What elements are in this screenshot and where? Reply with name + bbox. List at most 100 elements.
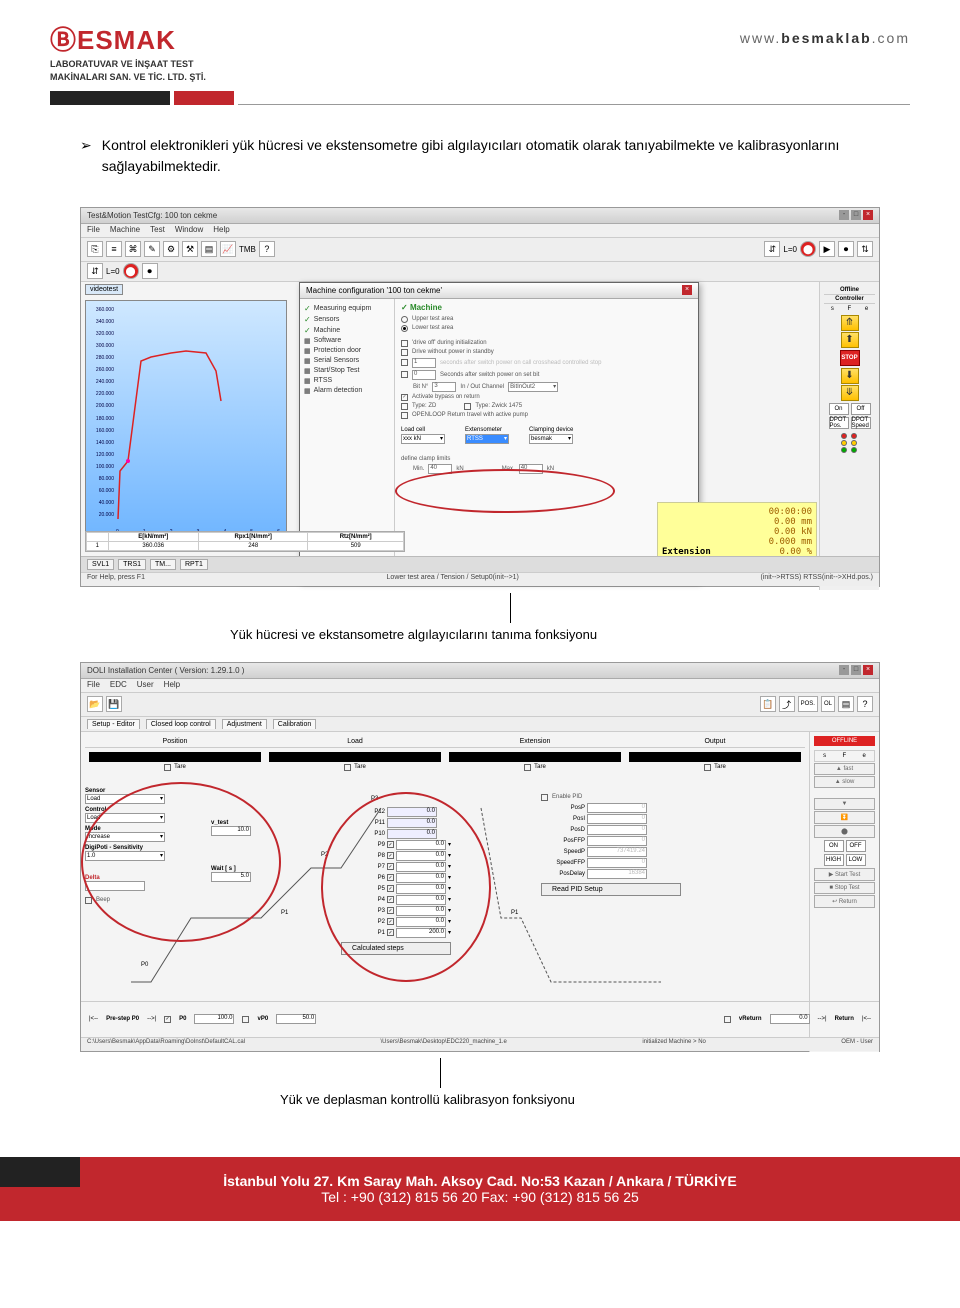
help-icon[interactable]: ? — [259, 241, 275, 257]
pid-input[interactable]: 0 — [587, 803, 647, 813]
checkbox-activate[interactable]: ✓ — [401, 394, 408, 401]
p-input[interactable]: 200.0 — [396, 928, 446, 938]
menu-window[interactable]: Window — [175, 225, 203, 236]
p-input[interactable]: 0.0 — [396, 917, 446, 927]
stop-icon[interactable]: ⬤ — [800, 241, 816, 257]
off-button[interactable]: OFF — [846, 840, 866, 852]
pid-input[interactable]: 0 — [587, 858, 647, 868]
tab-calibration[interactable]: Calibration — [273, 719, 316, 729]
p-input[interactable]: 0.0 — [396, 906, 446, 916]
tool-icon[interactable]: ⏺ — [838, 241, 854, 257]
stop-icon[interactable]: ⬤ — [123, 263, 139, 279]
checkbox[interactable] — [401, 403, 408, 410]
maximize-button[interactable]: □ — [851, 665, 861, 675]
p-input[interactable]: 0.0 — [396, 840, 446, 850]
tab-adjustment[interactable]: Adjustment — [222, 719, 267, 729]
dpot-pos[interactable]: DPOT Pos. — [829, 417, 849, 429]
vp0-input[interactable]: 50.0 — [276, 1014, 316, 1024]
tree-item[interactable]: ✓Sensors — [304, 314, 390, 325]
p-input[interactable]: 0.0 — [387, 807, 437, 817]
tree-item[interactable]: ✓Machine — [304, 325, 390, 336]
open-icon[interactable]: 📂 — [87, 696, 103, 712]
tab[interactable]: SVL1 — [87, 559, 114, 570]
seconds-input[interactable]: 1 — [412, 358, 436, 368]
radio-lower[interactable] — [401, 325, 408, 332]
p-chk[interactable]: ✓ — [387, 841, 394, 848]
checkbox[interactable] — [401, 340, 408, 347]
dpot-speed[interactable]: DPOT Speed — [851, 417, 871, 429]
low-button[interactable]: LOW — [846, 854, 866, 866]
ol-label[interactable]: OL — [821, 696, 835, 712]
tool-icon[interactable]: ⤴ — [779, 696, 795, 712]
p-chk[interactable]: ✓ — [387, 885, 394, 892]
tree-item[interactable]: ▦Alarm detection — [304, 386, 390, 396]
down-fast-button[interactable]: ⏬ — [814, 811, 875, 824]
read-pid-button[interactable]: Read PID Setup — [541, 883, 681, 896]
pid-input[interactable]: 16384 — [587, 869, 647, 879]
p-input[interactable]: 0.0 — [387, 829, 437, 839]
up-fast-button[interactable]: ⤊ — [841, 315, 859, 331]
close-button[interactable]: × — [863, 210, 873, 220]
tree-item[interactable]: ▦RTSS — [304, 376, 390, 386]
tool-icon[interactable]: 📈 — [220, 241, 236, 257]
maximize-button[interactable]: □ — [851, 210, 861, 220]
save-icon[interactable]: 💾 — [106, 696, 122, 712]
clamping-select[interactable]: besmak▾ — [529, 434, 573, 444]
tab-setup[interactable]: Setup - Editor — [87, 719, 140, 729]
down-button[interactable]: ▼ — [814, 798, 875, 810]
p-input[interactable]: 0.0 — [396, 884, 446, 894]
tree-item[interactable]: ✓Measuring equipm — [304, 303, 390, 314]
tool-icon[interactable]: ⎘ — [87, 241, 103, 257]
tab-closedloop[interactable]: Closed loop control — [146, 719, 216, 729]
tree-item[interactable]: ▦Software — [304, 336, 390, 346]
minimize-button[interactable]: - — [839, 210, 849, 220]
stop-button[interactable]: ⬤ — [814, 825, 875, 838]
close-button[interactable]: × — [863, 665, 873, 675]
menu-file[interactable]: File — [87, 680, 100, 691]
tool-icon[interactable]: ▤ — [201, 241, 217, 257]
on-button[interactable]: On — [829, 403, 849, 415]
calc-steps-button[interactable]: Calculated steps — [341, 942, 451, 955]
checkbox[interactable] — [401, 371, 408, 378]
menu-edc[interactable]: EDC — [110, 680, 127, 691]
extensometer-select[interactable]: RTSS▾ — [465, 434, 509, 444]
tool-icon[interactable]: ⚙ — [163, 241, 179, 257]
pid-input[interactable]: 0 — [587, 836, 647, 846]
pid-input[interactable]: 0 — [587, 814, 647, 824]
tare-checkbox[interactable] — [164, 764, 171, 771]
down-fast-button[interactable]: ⤋ — [841, 385, 859, 401]
p-input[interactable]: 0.0 — [396, 873, 446, 883]
up-button[interactable]: ⬆ — [841, 332, 859, 348]
menu-machine[interactable]: Machine — [110, 225, 140, 236]
tool-icon[interactable]: ⌘ — [125, 241, 141, 257]
p-input[interactable]: 0.0 — [396, 851, 446, 861]
menu-file[interactable]: File — [87, 225, 100, 236]
tool-icon[interactable]: ▤ — [838, 696, 854, 712]
tool-icon[interactable]: 📋 — [760, 696, 776, 712]
loadcell-select[interactable]: xxx kN▾ — [401, 434, 445, 444]
checkbox[interactable] — [401, 349, 408, 356]
high-button[interactable]: HIGH — [824, 854, 844, 866]
beep-checkbox[interactable] — [85, 897, 92, 904]
tare-checkbox[interactable] — [344, 764, 351, 771]
tool-icon[interactable]: ⇵ — [764, 241, 780, 257]
p-input[interactable]: 0.0 — [387, 818, 437, 828]
stop-button[interactable]: STOP — [840, 350, 860, 366]
tare-checkbox[interactable] — [524, 764, 531, 771]
max-input[interactable]: 40 — [519, 464, 543, 474]
stop-test-button[interactable]: ■ Stop Test — [814, 882, 875, 894]
tare-checkbox[interactable] — [704, 764, 711, 771]
off-button[interactable]: Off — [851, 403, 871, 415]
checkbox[interactable] — [401, 412, 408, 419]
p-chk[interactable]: ✓ — [387, 852, 394, 859]
enable-pid-checkbox[interactable] — [541, 794, 548, 801]
checkbox[interactable] — [464, 403, 471, 410]
tab[interactable]: TM... — [150, 559, 176, 570]
pos-label[interactable]: POS. — [798, 696, 818, 712]
tool-icon[interactable]: ⇅ — [857, 241, 873, 257]
minimize-button[interactable]: - — [839, 665, 849, 675]
menu-test[interactable]: Test — [150, 225, 165, 236]
p-chk[interactable]: ✓ — [387, 874, 394, 881]
checkbox[interactable] — [401, 359, 408, 366]
p-chk[interactable]: ✓ — [387, 929, 394, 936]
